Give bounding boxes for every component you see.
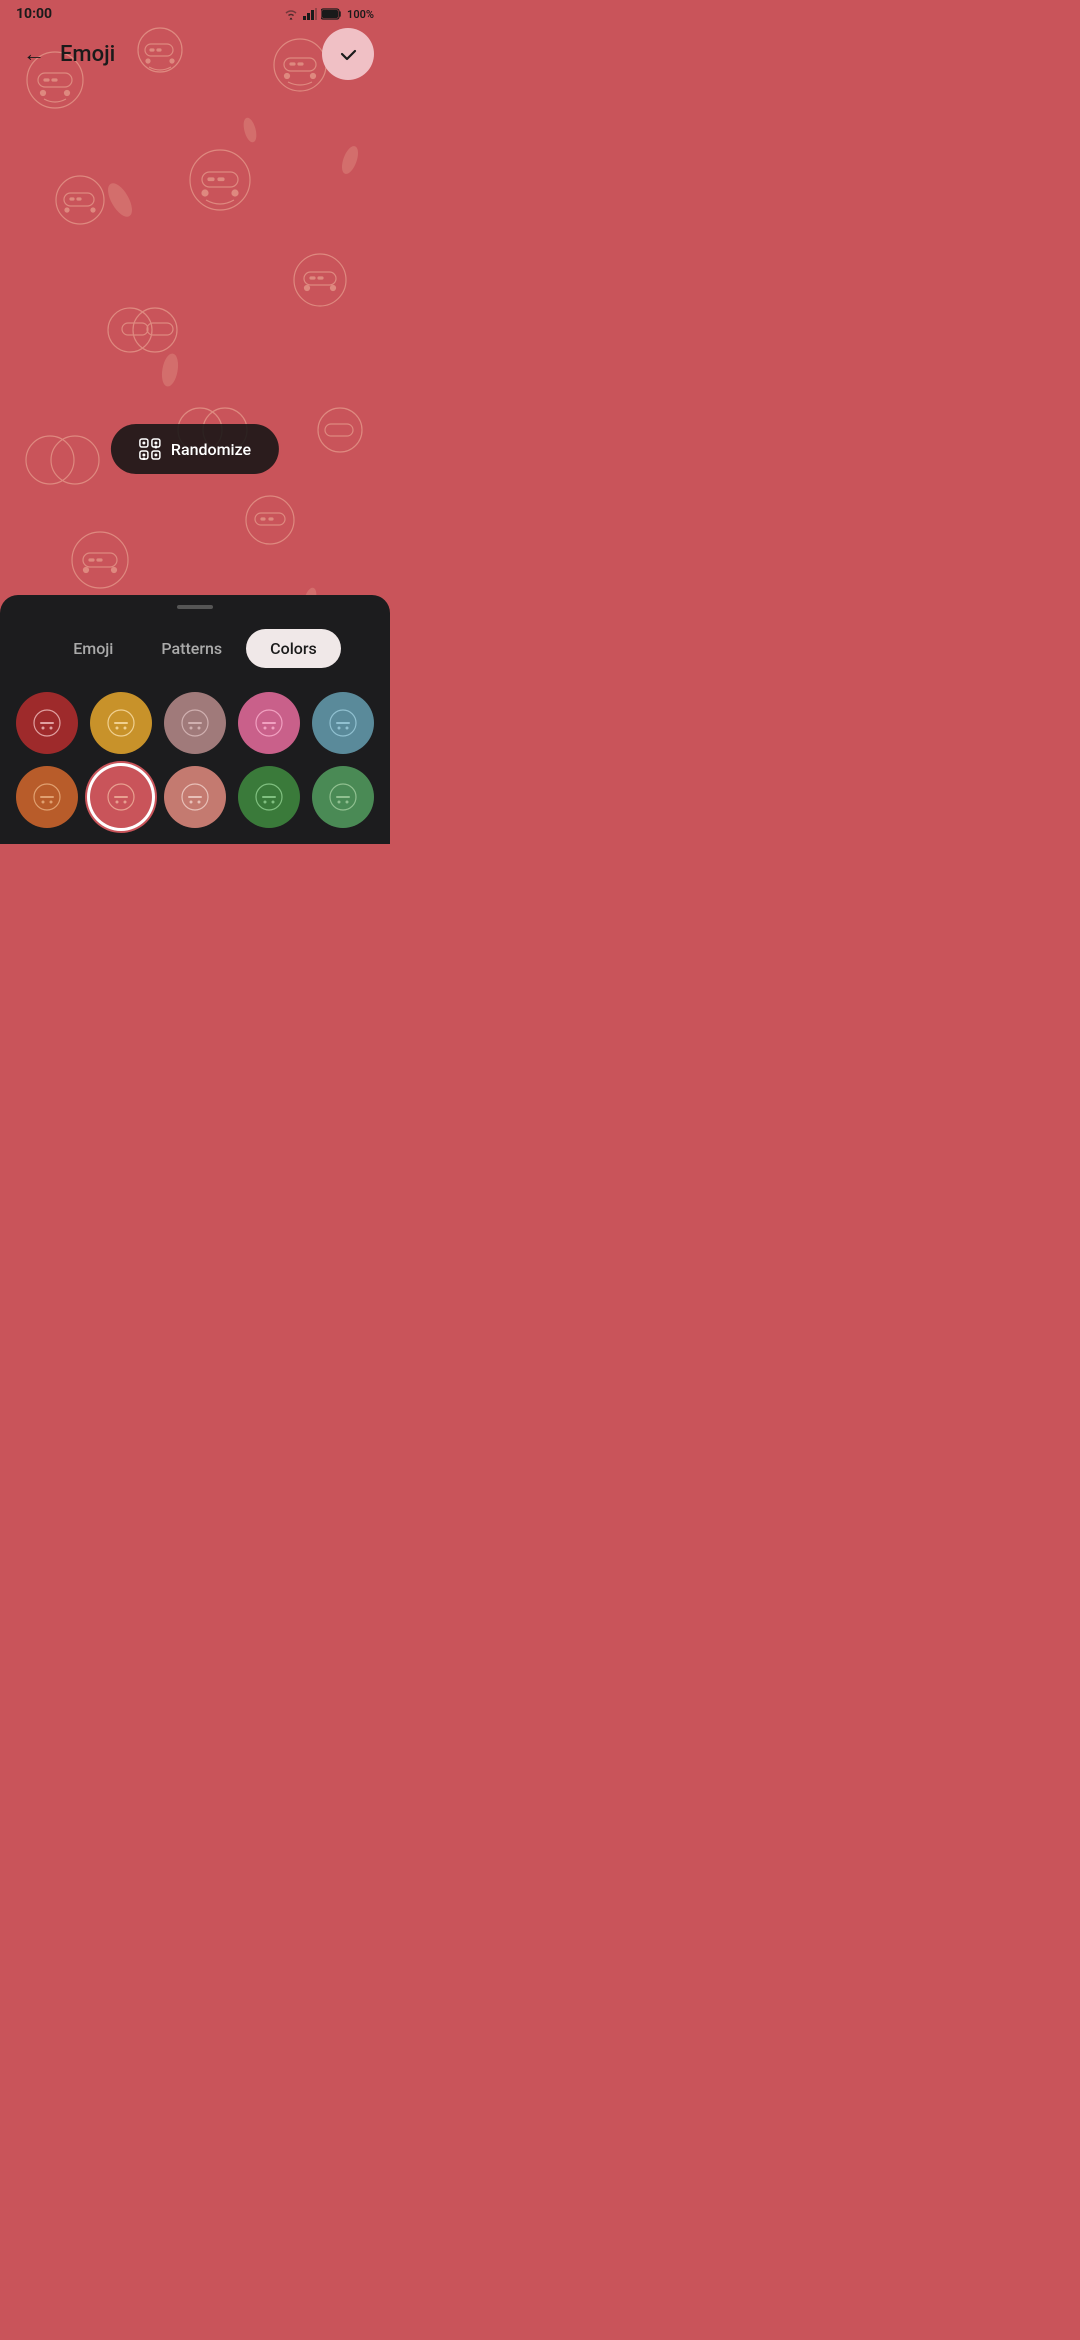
color-swatch-pink[interactable]: [238, 692, 300, 754]
swatch-emoji-icon: [328, 782, 358, 812]
check-icon: [338, 44, 358, 64]
status-bar: 10:00 100%: [0, 0, 390, 28]
tab-patterns[interactable]: Patterns: [137, 629, 246, 668]
tab-emoji[interactable]: Emoji: [49, 629, 137, 668]
signal-icon: [303, 8, 317, 20]
color-swatch-red[interactable]: [16, 692, 78, 754]
color-grid-row1: [0, 692, 390, 754]
color-swatch-coral[interactable]: [90, 766, 152, 828]
randomize-button[interactable]: Randomize: [111, 424, 279, 474]
swatch-emoji-icon: [180, 782, 210, 812]
swatch-emoji-icon: [328, 708, 358, 738]
bottom-sheet: Emoji Patterns Colors: [0, 595, 390, 844]
swatch-emoji-icon: [106, 708, 136, 738]
color-swatch-mauve[interactable]: [164, 692, 226, 754]
color-swatch-teal[interactable]: [312, 692, 374, 754]
status-time: 10:00: [16, 6, 52, 22]
swatch-emoji-icon: [106, 782, 136, 812]
color-grid-row2: [0, 766, 390, 828]
wifi-icon: [283, 8, 299, 20]
color-swatch-salmon[interactable]: [164, 766, 226, 828]
confirm-button[interactable]: [322, 28, 374, 80]
randomize-label: Randomize: [171, 440, 251, 459]
status-icons: 100%: [283, 8, 374, 21]
top-bar: ← Emoji: [0, 28, 390, 80]
swatch-emoji-icon: [254, 782, 284, 812]
tab-colors[interactable]: Colors: [246, 629, 341, 668]
sheet-handle: [177, 605, 213, 609]
swatch-emoji-icon: [254, 708, 284, 738]
swatch-emoji-icon: [32, 708, 62, 738]
battery-icon: [321, 8, 343, 20]
tab-bar: Emoji Patterns Colors: [16, 629, 374, 668]
color-swatch-lime[interactable]: [312, 766, 374, 828]
battery-pct: 100%: [347, 8, 374, 21]
back-arrow-icon: ←: [23, 41, 45, 67]
color-swatch-orange[interactable]: [16, 766, 78, 828]
color-swatch-green[interactable]: [238, 766, 300, 828]
swatch-emoji-icon: [32, 782, 62, 812]
back-button[interactable]: ←: [16, 36, 52, 72]
randomize-icon: [139, 438, 161, 460]
page-title: Emoji: [60, 42, 115, 67]
color-swatch-yellow[interactable]: [90, 692, 152, 754]
swatch-emoji-icon: [180, 708, 210, 738]
